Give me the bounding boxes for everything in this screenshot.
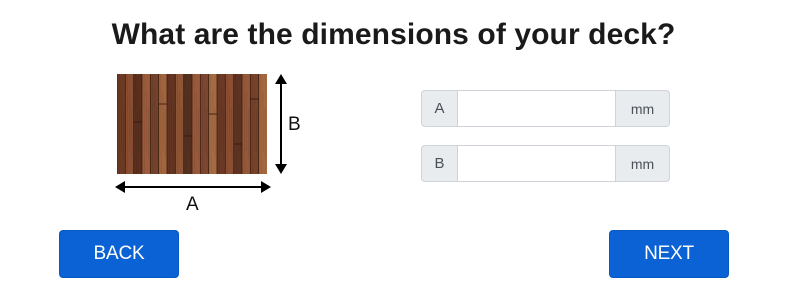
dimension-a-prefix: A [421, 90, 457, 127]
deck-dimensions-figure: A B [110, 72, 320, 222]
page-title: What are the dimensions of your deck? [111, 18, 676, 51]
dimension-a-unit: mm [616, 90, 670, 127]
dimension-a-input-group: A mm [421, 90, 670, 127]
dimension-b-input-group: B mm [421, 145, 670, 182]
dimension-a-input[interactable] [457, 90, 616, 127]
dimension-b-input[interactable] [457, 145, 616, 182]
dimension-b-arrow [275, 74, 287, 174]
next-button[interactable]: NEXT [609, 230, 729, 278]
dimension-b-unit: mm [616, 145, 670, 182]
back-button[interactable]: BACK [59, 230, 179, 278]
dimensions-page: What are the dimensions of your deck? A … [0, 0, 787, 304]
dimension-a-arrow [115, 181, 271, 193]
deck-wood-image [117, 74, 267, 174]
dimension-b-label: B [288, 114, 301, 135]
dimension-b-prefix: B [421, 145, 457, 182]
dimension-a-label: A [186, 194, 199, 215]
